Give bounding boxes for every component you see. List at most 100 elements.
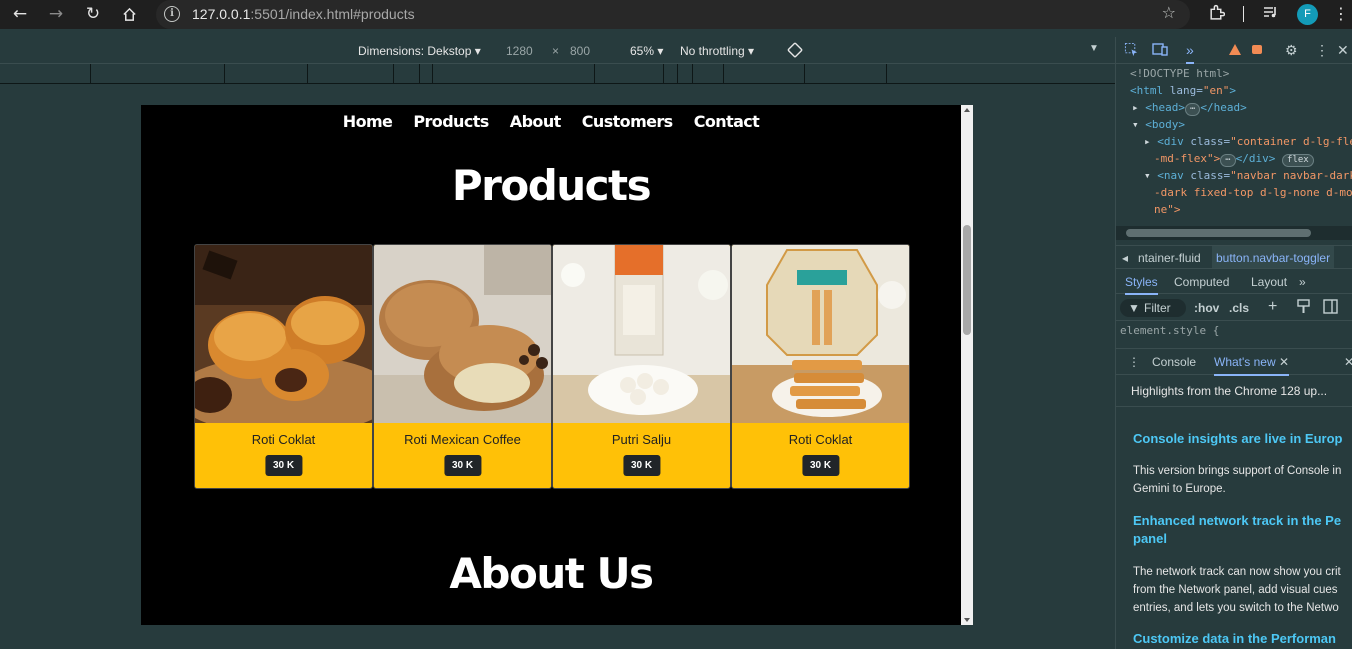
nav-node-cont: -dark fixed-top d-lg-none d-mo: [1154, 186, 1352, 199]
devtools-panel: » ⚙ ⋮ ✕ <!DOCTYPE html> <html lang="en">…: [1115, 37, 1352, 649]
back-icon[interactable]: ←: [8, 2, 32, 26]
whats-new-text-2c: entries, and lets you switch to the Netw…: [1133, 602, 1339, 614]
div-container-node-cont: -md-flex"> ⋯ </div> flex: [1116, 150, 1352, 167]
forward-icon[interactable]: →: [44, 2, 68, 26]
filter-input[interactable]: ▼ Filter: [1120, 299, 1186, 317]
element-style-rule[interactable]: element.style {: [1120, 324, 1219, 337]
media-query-ruler: [0, 64, 1115, 84]
product-image: [732, 245, 909, 423]
drawer-tabs: ⋮ Console What's new ✕ ✕: [1116, 348, 1352, 376]
inspect-element-icon[interactable]: [1124, 42, 1139, 60]
nav-node[interactable]: ▾ <nav class="navbar navbar-dark: [1116, 167, 1352, 184]
breadcrumb-back-icon[interactable]: ◂: [1122, 251, 1128, 265]
product-cards: Roti Coklat 30 K Roti Mexican Coffee 30 …: [194, 244, 910, 489]
nav-node-cont-2: ne">: [1154, 203, 1181, 216]
elements-horizontal-scrollbar[interactable]: [1116, 226, 1352, 240]
product-image: [553, 245, 730, 423]
nav-products-link[interactable]: Products: [413, 112, 489, 131]
devtools-toolbar: » ⚙ ⋮ ✕: [1116, 37, 1352, 64]
extensions-icon[interactable]: [1208, 4, 1226, 25]
nav-home-link[interactable]: Home: [343, 112, 393, 131]
device-toolbar-more-icon[interactable]: ▼: [1089, 43, 1099, 54]
close-tab-icon[interactable]: ✕: [1279, 355, 1289, 369]
page-scrollbar[interactable]: [961, 105, 973, 625]
address-bar[interactable]: i 127.0.0.1:5501/index.html#products ☆: [156, 0, 1190, 29]
toolbar-divider: [1243, 6, 1244, 22]
hov-toggle[interactable]: :hov: [1194, 301, 1219, 315]
more-tabs-icon[interactable]: »: [1299, 275, 1306, 289]
doctype-line: <!DOCTYPE html>: [1130, 67, 1230, 80]
whats-new-text-2a: The network track can now show you crit: [1133, 566, 1341, 578]
reload-icon[interactable]: ↻: [81, 2, 105, 26]
product-price-badge: 30 K: [801, 455, 840, 476]
site-navbar: Home Products About Customers Contact: [141, 112, 961, 131]
whats-new-heading-2a[interactable]: Enhanced network track in the Pe: [1133, 512, 1352, 530]
device-mode-icon[interactable]: [1152, 42, 1169, 60]
more-panels-tab[interactable]: »: [1186, 42, 1194, 64]
whats-new-text-1a: This version brings support of Console i…: [1133, 465, 1342, 477]
rotate-icon[interactable]: [786, 41, 804, 62]
tab-layout[interactable]: Layout: [1251, 275, 1287, 289]
home-icon[interactable]: [117, 2, 141, 26]
tab-styles[interactable]: Styles: [1125, 275, 1158, 295]
product-card[interactable]: Roti Coklat 30 K: [194, 244, 373, 489]
elements-tree[interactable]: <!DOCTYPE html> <html lang="en"> ▸ <head…: [1116, 65, 1352, 225]
dimensions-dropdown[interactable]: Dimensions: Dekstop ▾: [358, 44, 481, 58]
toggle-sidebar-icon[interactable]: [1323, 299, 1338, 317]
nav-customers-link[interactable]: Customers: [582, 112, 673, 131]
throttling-dropdown[interactable]: No throttling ▾: [680, 44, 754, 58]
close-drawer-icon[interactable]: ✕: [1344, 355, 1352, 369]
product-card[interactable]: Roti Coklat 30 K: [731, 244, 910, 489]
menu-kebab-icon[interactable]: ⋮: [1333, 4, 1349, 23]
product-price-badge: 30 K: [622, 455, 661, 476]
product-image: [195, 245, 372, 423]
warning-icon[interactable]: [1228, 43, 1242, 59]
whats-new-panel: Highlights from the Chrome 128 up... Con…: [1116, 376, 1352, 649]
media-control-icon[interactable]: [1262, 4, 1278, 24]
scroll-up-icon[interactable]: [964, 108, 970, 112]
whats-new-heading-1[interactable]: Console insights are live in Europ: [1133, 430, 1352, 448]
highlights-text: Highlights from the Chrome 128 up...: [1131, 384, 1328, 398]
about-heading: About Us: [449, 549, 654, 598]
times-sign: ×: [552, 44, 560, 58]
profile-avatar[interactable]: F: [1297, 4, 1318, 25]
cls-toggle[interactable]: .cls: [1229, 301, 1249, 315]
products-heading: Products: [451, 161, 652, 210]
bookmark-star-icon[interactable]: ☆: [1162, 3, 1176, 22]
nav-contact-link[interactable]: Contact: [694, 112, 760, 131]
width-input[interactable]: 1280: [506, 44, 533, 58]
scroll-thumb[interactable]: [963, 225, 971, 335]
whats-new-heading-3[interactable]: Customize data in the Performan: [1133, 630, 1352, 648]
height-input[interactable]: 800: [570, 44, 590, 58]
paint-icon[interactable]: [1297, 299, 1310, 317]
product-price-badge: 30 K: [264, 455, 303, 476]
device-toolbar: Dimensions: Dekstop ▾ 1280 × 800 65% ▾ N…: [0, 37, 1115, 64]
body-node[interactable]: ▾ <body>: [1116, 116, 1352, 133]
tab-computed[interactable]: Computed: [1174, 275, 1229, 289]
scroll-down-icon[interactable]: [964, 618, 970, 622]
product-price-badge: 30 K: [443, 455, 482, 476]
tab-console[interactable]: Console: [1152, 355, 1196, 369]
head-node[interactable]: ▸ <head> ⋯ </head>: [1116, 99, 1352, 116]
devtools-menu-icon[interactable]: ⋮: [1315, 42, 1329, 59]
issues-icon[interactable]: [1252, 45, 1262, 54]
site-info-icon[interactable]: i: [164, 6, 180, 22]
tab-whats-new[interactable]: What's new ✕: [1214, 355, 1290, 376]
whats-new-heading-2b[interactable]: panel: [1133, 530, 1352, 548]
product-card[interactable]: Putri Salju 30 K: [552, 244, 731, 489]
styles-pane-tabs: Styles Computed Layout »: [1116, 270, 1352, 295]
html-node[interactable]: <html lang="en">: [1116, 82, 1352, 99]
div-container-node[interactable]: ▸ <div class="container d-lg-fle: [1116, 133, 1352, 150]
nav-about-link[interactable]: About: [510, 112, 561, 131]
settings-gear-icon[interactable]: ⚙: [1285, 42, 1298, 59]
whats-new-text-2b: from the Network panel, add visual cues: [1133, 584, 1338, 596]
new-rule-icon[interactable]: +: [1268, 298, 1277, 316]
breadcrumb-item-selected[interactable]: button.navbar-toggler: [1212, 246, 1335, 268]
product-name: Roti Coklat: [251, 432, 316, 447]
product-card[interactable]: Roti Mexican Coffee 30 K: [373, 244, 552, 489]
close-devtools-icon[interactable]: ✕: [1337, 42, 1349, 59]
breadcrumb-item[interactable]: ntainer-fluid: [1138, 251, 1201, 265]
drawer-menu-icon[interactable]: ⋮: [1128, 355, 1140, 369]
dom-breadcrumb: ◂ ntainer-fluid button.navbar-toggler: [1116, 245, 1352, 269]
zoom-dropdown[interactable]: 65% ▾: [630, 44, 663, 58]
